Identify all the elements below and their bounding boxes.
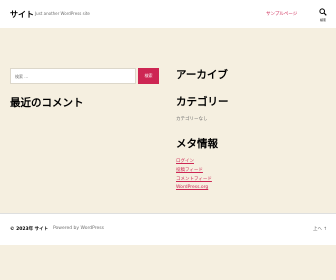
categories-title: カテゴリー [176, 96, 229, 108]
search-icon [319, 8, 327, 16]
search-submit-label: 検索 [144, 73, 153, 78]
search-input[interactable]: 検索 … [10, 68, 136, 84]
footer-powered-by[interactable]: Powered by WordPress [53, 226, 104, 231]
search-submit-button[interactable]: 検索 [138, 68, 159, 84]
meta-link-login[interactable]: ログイン [176, 158, 194, 164]
meta-title: メタ情報 [176, 138, 218, 150]
meta-link-comments-feed[interactable]: コメントフィード [176, 176, 212, 182]
site-footer: © 2023年 サイト Powered by WordPress 上へ ↑ [0, 214, 336, 245]
footer-copyright[interactable]: © 2023年 サイト [10, 226, 48, 232]
archives-title: アーカイブ [176, 69, 228, 81]
recent-comments-title: 最近のコメント [10, 97, 84, 109]
to-top-link[interactable]: 上へ ↑ [313, 226, 327, 232]
search-placeholder: 検索 … [15, 74, 29, 79]
categories-empty-text: カテゴリーなし [176, 117, 208, 122]
site-title[interactable]: サイト [10, 9, 34, 20]
search-toggle-label: 検索 [319, 18, 326, 22]
site-header: サイト Just another WordPress site サンプルページ … [0, 0, 336, 28]
meta-link-entries-feed[interactable]: 投稿フィード [176, 167, 203, 173]
site-tagline: Just another WordPress site [35, 11, 90, 16]
meta-link-wordpress-org[interactable]: WordPress.org [176, 185, 208, 190]
nav-item-sample-page[interactable]: サンプルページ [266, 11, 297, 17]
search-toggle-button[interactable]: 検索 [316, 8, 330, 22]
